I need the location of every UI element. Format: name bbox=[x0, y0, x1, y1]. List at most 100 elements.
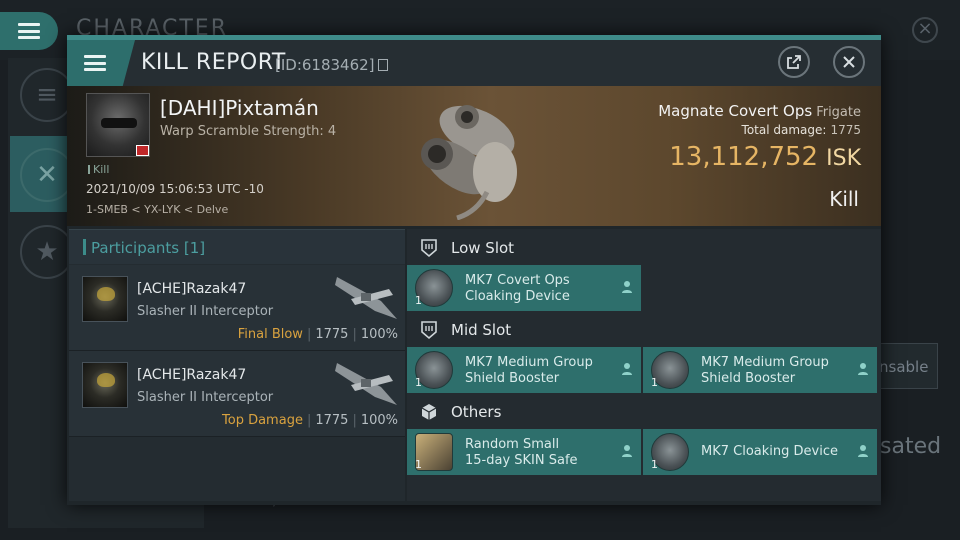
participant-damage: 1775 bbox=[315, 327, 349, 342]
stats-separator: | bbox=[352, 327, 357, 342]
participant-avatar[interactable] bbox=[82, 362, 128, 408]
menu-icon bbox=[84, 55, 106, 71]
close-icon bbox=[843, 56, 855, 68]
kill-banner: [DAHI]Pixtamán Warp Scramble Strength: 4… bbox=[67, 86, 881, 226]
mid-slot-icon bbox=[418, 319, 440, 341]
kill-id-text: [ID:6183462] bbox=[275, 56, 375, 74]
total-damage: Total damage: 1775 bbox=[742, 123, 861, 137]
participant-percent: 100% bbox=[360, 413, 398, 428]
participant-ship: Slasher II Interceptor bbox=[137, 390, 274, 405]
participant-row[interactable]: [ACHE]Razak47 Slasher II Interceptor Top… bbox=[69, 351, 405, 437]
module-item[interactable]: 1 MK7 Cloaking Device bbox=[643, 429, 877, 475]
participant-avatar[interactable] bbox=[82, 276, 128, 322]
background-close-icon[interactable]: × bbox=[912, 17, 938, 43]
module-item[interactable]: 1 MK7 Medium Group Shield Booster bbox=[643, 347, 877, 393]
participant-row[interactable]: [ACHE]Razak47 Slasher II Interceptor Fin… bbox=[69, 265, 405, 351]
participants-panel: Participants [1] [ACHE]Razak47 Slasher I… bbox=[69, 229, 405, 501]
stats-separator: | bbox=[306, 327, 312, 342]
person-icon bbox=[858, 445, 868, 457]
background-text: sated bbox=[880, 434, 942, 459]
external-link-icon bbox=[787, 55, 801, 69]
mid-slot-header: Mid Slot bbox=[407, 313, 881, 347]
others-title: Others bbox=[451, 403, 502, 421]
participant-name: [ACHE]Razak47 bbox=[137, 367, 247, 383]
victim-name[interactable]: [DAHI]Pixtamán bbox=[160, 96, 319, 120]
total-damage-value: 1775 bbox=[830, 123, 861, 137]
participant-name: [ACHE]Razak47 bbox=[137, 281, 247, 297]
item-name: MK7 Medium Group Shield Booster bbox=[701, 355, 851, 387]
stats-separator: | bbox=[306, 413, 312, 428]
item-name-line1: MK7 Medium Group bbox=[701, 355, 829, 370]
kill-report-modal: KILL REPORT [ID:6183462] [DAHI]Pixtamán … bbox=[67, 35, 881, 505]
ship-image bbox=[421, 105, 517, 220]
isk-unit: ISK bbox=[826, 146, 861, 171]
victim-portrait[interactable] bbox=[86, 93, 150, 157]
low-slot-header: Low Slot bbox=[407, 231, 881, 265]
item-name-line1: MK7 Medium Group bbox=[465, 355, 593, 370]
participant-stats: Final Blow | 1775 | 100% bbox=[238, 327, 398, 342]
corp-flag-icon bbox=[136, 145, 149, 156]
item-name-line2: Shield Booster bbox=[465, 371, 560, 386]
close-button[interactable] bbox=[833, 46, 865, 78]
person-icon bbox=[622, 363, 632, 375]
participant-percent: 100% bbox=[360, 327, 398, 342]
person-icon bbox=[622, 281, 632, 293]
participant-stats: Top Damage | 1775 | 100% bbox=[222, 413, 398, 428]
menu-icon bbox=[18, 23, 40, 39]
ship-name[interactable]: Magnate Covert Ops Frigate bbox=[658, 102, 861, 120]
item-name: Random Small 15-day SKIN Safe bbox=[465, 437, 615, 469]
participant-ship-image bbox=[335, 363, 397, 405]
share-button[interactable] bbox=[778, 46, 810, 78]
item-name: MK7 Cloaking Device bbox=[701, 444, 838, 459]
low-slot-icon bbox=[418, 237, 440, 259]
kill-location[interactable]: 1-SMEB < YX-LYK < Delve bbox=[86, 203, 228, 216]
item-name-line1: MK7 Covert Ops bbox=[465, 273, 570, 288]
item-quantity: 1 bbox=[651, 458, 658, 471]
modal-title: KILL REPORT bbox=[141, 50, 286, 75]
person-icon bbox=[622, 445, 632, 457]
isk-value: 13,112,752 ISK bbox=[669, 142, 861, 172]
cargo-box-icon bbox=[418, 401, 440, 423]
modal-menu-button[interactable] bbox=[67, 40, 135, 86]
list-icon[interactable]: ≡ bbox=[20, 68, 74, 122]
module-item[interactable]: 1 MK7 Medium Group Shield Booster bbox=[407, 347, 641, 393]
others-header: Others bbox=[407, 395, 881, 429]
total-damage-label: Total damage: bbox=[741, 123, 827, 137]
background-menu-button[interactable] bbox=[0, 12, 58, 50]
ship-name-text: Magnate Covert Ops bbox=[658, 102, 813, 120]
low-slot-title: Low Slot bbox=[451, 239, 515, 257]
participants-header: Participants [1] bbox=[69, 229, 405, 264]
item-name: MK7 Covert Ops Cloaking Device bbox=[465, 273, 615, 305]
participant-role: Top Damage bbox=[222, 413, 303, 428]
module-item[interactable]: 1 MK7 Covert Ops Cloaking Device bbox=[407, 265, 641, 311]
kill-id[interactable]: [ID:6183462] bbox=[275, 56, 388, 74]
person-icon bbox=[858, 363, 868, 375]
stats-separator: | bbox=[352, 413, 357, 428]
portrait-visor bbox=[101, 118, 137, 128]
item-name-line2: Cloaking Device bbox=[465, 289, 570, 304]
kill-timestamp: 2021/10/09 15:06:53 UTC -10 bbox=[86, 182, 264, 196]
participant-ship: Slasher II Interceptor bbox=[137, 304, 274, 319]
warp-scramble-strength: Warp Scramble Strength: 4 bbox=[160, 124, 337, 139]
copy-icon[interactable] bbox=[377, 59, 388, 71]
isk-amount: 13,112,752 bbox=[669, 142, 819, 172]
kill-tag-bar-icon bbox=[88, 165, 90, 174]
modal-header: KILL REPORT [ID:6183462] bbox=[67, 40, 881, 86]
fitting-slots: Low Slot 1 MK7 Covert Ops Cloaking Device… bbox=[407, 229, 881, 501]
item-name-line2: 15-day SKIN Safe bbox=[465, 453, 578, 468]
item-name: MK7 Medium Group Shield Booster bbox=[465, 355, 615, 387]
item-quantity: 1 bbox=[415, 376, 422, 389]
star-icon[interactable]: ★ bbox=[20, 225, 74, 279]
participant-ship-image bbox=[335, 277, 397, 319]
item-quantity: 1 bbox=[415, 458, 422, 471]
ship-class: Frigate bbox=[816, 105, 861, 120]
swords-icon[interactable]: ✕ bbox=[20, 148, 74, 202]
item-quantity: 1 bbox=[651, 376, 658, 389]
kill-tag: Kill bbox=[88, 163, 109, 176]
item-quantity: 1 bbox=[415, 294, 422, 307]
result-label: Kill bbox=[829, 187, 859, 211]
participant-role: Final Blow bbox=[237, 327, 303, 342]
item-name-line1: Random Small bbox=[465, 437, 560, 452]
mid-slot-title: Mid Slot bbox=[451, 321, 512, 339]
module-item[interactable]: 1 Random Small 15-day SKIN Safe bbox=[407, 429, 641, 475]
